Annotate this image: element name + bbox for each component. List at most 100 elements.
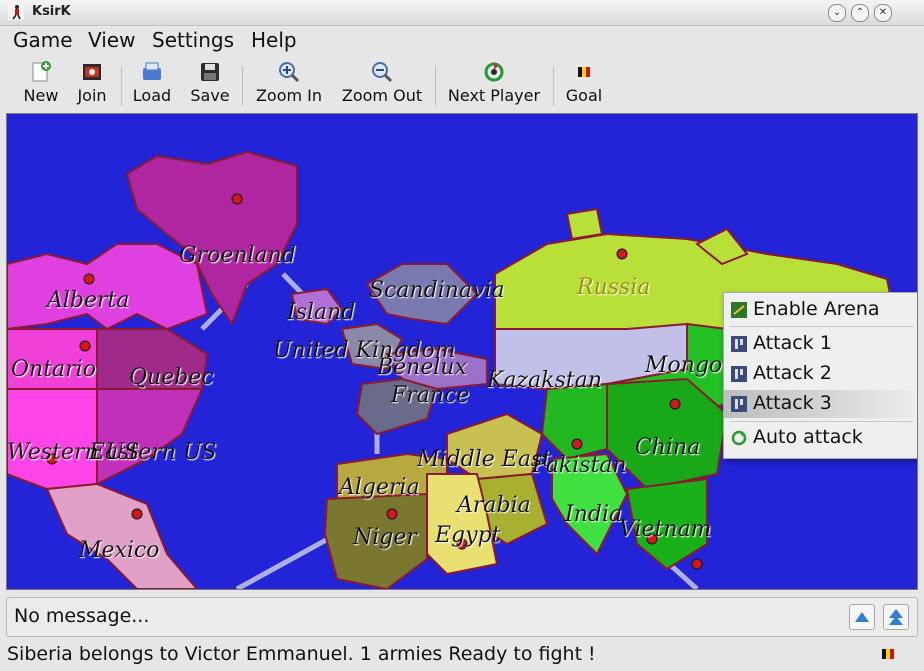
arena-icon: [731, 302, 747, 318]
soldier-icon: [669, 398, 681, 410]
label-ontario: Ontario: [11, 357, 96, 382]
arrow-up-icon: [855, 612, 869, 622]
soldier-icon: [231, 193, 243, 205]
new-document-icon: [32, 61, 51, 82]
next-player-label: Next Player: [447, 86, 541, 105]
label-middle-east: Middle East: [416, 447, 551, 472]
attack-context-menu: Enable Arena Attack 1 Attack 2 Attack 3 …: [723, 292, 917, 459]
menu-bar: Game View Settings Help: [0, 26, 924, 56]
close-icon: ✕: [878, 7, 888, 18]
save-game-button[interactable]: Save: [188, 60, 232, 108]
minimize-button[interactable]: ⌄: [828, 4, 846, 22]
soldier-icon: [691, 558, 703, 570]
goal-label: Goal: [565, 86, 603, 105]
menu-settings[interactable]: Settings: [152, 28, 234, 52]
splitter-grip[interactable]: [708, 590, 716, 593]
label-france: France: [390, 383, 469, 408]
menu-item-enable-arena[interactable]: Enable Arena: [724, 296, 917, 324]
save-label: Save: [190, 86, 230, 105]
load-label: Load: [132, 86, 172, 105]
menu-help[interactable]: Help: [251, 28, 297, 52]
label-groenland: Groenland: [179, 243, 296, 268]
splitter-grip[interactable]: [207, 590, 215, 593]
toolbar-separator: [121, 66, 122, 106]
label-india: India: [564, 502, 622, 527]
zoom-out-icon: [372, 62, 393, 83]
status-text: Siberia belongs to Victor Emmanuel. 1 ar…: [7, 643, 596, 665]
label-alberta: Alberta: [45, 288, 130, 313]
world-map[interactable]: Groenland Alberta Ontario Quebec Western…: [6, 113, 918, 590]
label-pakistan: Pakistan: [531, 453, 627, 478]
new-game-button[interactable]: New: [20, 60, 62, 108]
menu-separator: [730, 326, 914, 327]
main-toolbar: New Join Load Save Zoom In Zoom Out Next…: [0, 56, 924, 110]
zoom-in-button[interactable]: Zoom In: [252, 60, 326, 108]
close-button[interactable]: ✕: [874, 4, 892, 22]
label-benelux: Benelux: [376, 355, 468, 380]
scroll-up-button[interactable]: [849, 604, 875, 630]
territory-fragment: [565, 207, 604, 241]
label-eastern-us: Eastern US: [88, 440, 217, 465]
message-text: No message...: [14, 605, 150, 627]
label-island: Island: [286, 300, 355, 325]
toolbar-separator: [553, 66, 554, 106]
save-floppy-icon: [201, 63, 219, 81]
attack-icon: [731, 396, 747, 412]
menu-view[interactable]: View: [88, 28, 135, 52]
load-game-button[interactable]: Load: [130, 60, 174, 108]
chevron-up-icon: ⌃: [855, 7, 865, 18]
menu-game[interactable]: Game: [13, 28, 73, 52]
double-arrow-up-icon: [889, 609, 903, 625]
menu-separator: [730, 421, 914, 422]
title-bar: KsirK ⌄ ⌃ ✕: [0, 0, 924, 26]
label-arabia: Arabia: [455, 493, 531, 518]
label-china: China: [635, 435, 700, 460]
next-player-button[interactable]: Next Player: [444, 60, 544, 108]
soldier-icon: [131, 508, 143, 520]
attack-icon: [731, 336, 747, 352]
soldier-icon: [386, 508, 398, 520]
goal-button[interactable]: Goal: [562, 60, 606, 108]
maximize-button[interactable]: ⌃: [851, 4, 869, 22]
label-niger: Niger: [352, 525, 418, 550]
attack-icon: [731, 366, 747, 382]
menu-item-auto-attack[interactable]: Auto attack: [724, 424, 917, 452]
label-quebec: Quebec: [129, 365, 214, 390]
territory-western-us[interactable]: [7, 388, 98, 491]
join-game-button[interactable]: Join: [72, 60, 112, 108]
menu-item-attack-1[interactable]: Attack 1: [724, 330, 917, 358]
splitter-grip[interactable]: [458, 590, 466, 593]
belgium-flag-icon: [882, 649, 894, 659]
label-russia: Russia: [576, 275, 650, 300]
territory-mexico[interactable]: [45, 482, 199, 589]
menu-item-attack-2[interactable]: Attack 2: [724, 360, 917, 388]
toolbar-separator: [242, 66, 243, 106]
ksirk-app-icon: [8, 4, 24, 20]
label-mexico: Mexico: [78, 538, 160, 563]
next-player-icon: [484, 62, 504, 82]
soldier-icon: [616, 248, 628, 260]
soldier-icon: [79, 340, 91, 352]
chevron-down-icon: ⌄: [832, 7, 842, 18]
label-algeria: Algeria: [337, 475, 420, 500]
zoom-out-label: Zoom Out: [341, 86, 423, 105]
label-kazakstan: Kazakstan: [486, 368, 602, 393]
load-disk-icon: [143, 62, 161, 80]
belgium-flag-icon: [578, 67, 590, 77]
soldier-icon: [83, 273, 95, 285]
label-egypt: Egypt: [434, 523, 501, 548]
zoom-in-label: Zoom In: [255, 86, 323, 105]
territory-eastern-us[interactable]: [96, 388, 204, 486]
window-title: KsirK: [32, 4, 71, 19]
territory-alberta[interactable]: [7, 243, 209, 331]
label-vietnam: Vietnam: [619, 517, 712, 542]
auto-attack-icon: [731, 430, 747, 446]
message-bar: No message...: [6, 597, 918, 637]
toolbar-separator: [435, 66, 436, 106]
scroll-top-button[interactable]: [883, 604, 909, 630]
menu-item-attack-3[interactable]: Attack 3: [724, 390, 917, 418]
join-label: Join: [77, 86, 107, 105]
soldier-icon: [571, 438, 583, 450]
zoom-in-icon: [279, 62, 300, 83]
zoom-out-button[interactable]: Zoom Out: [338, 60, 426, 108]
